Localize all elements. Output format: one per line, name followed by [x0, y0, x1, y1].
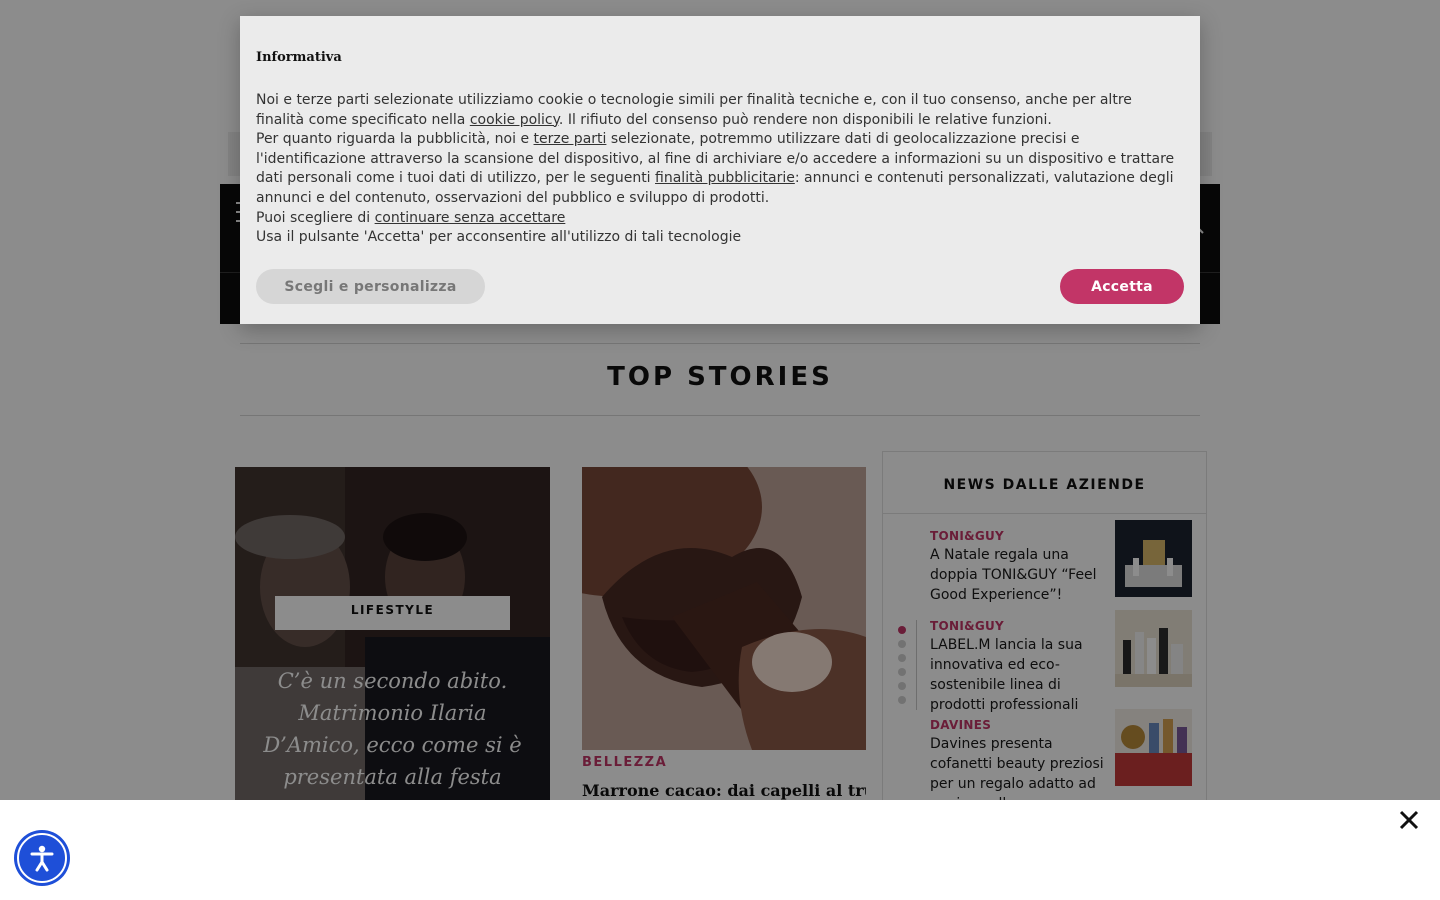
bottom-ad-bar — [0, 800, 1440, 900]
page: TOP STORIES LIFESTYLE C’è un secondo abi… — [0, 0, 1440, 900]
third-parties-link[interactable]: terze parti — [534, 131, 607, 147]
accessibility-icon — [30, 845, 54, 872]
accessibility-button[interactable] — [14, 830, 70, 886]
accept-button[interactable]: Accetta — [1060, 269, 1184, 304]
advertising-purposes-link[interactable]: finalità pubblicitarie — [655, 170, 795, 186]
consent-text: Per quanto riguarda la pubblicità, noi e — [256, 131, 534, 148]
dialog-body: Noi e terze parti selezionate utilizziam… — [256, 91, 1176, 248]
close-icon[interactable] — [1397, 808, 1421, 832]
dialog-title: Informativa — [256, 50, 342, 65]
consent-text: . Il rifiuto del consenso può rendere no… — [558, 111, 1052, 128]
continue-paragraph: Puoi scegliere di continuare senza accet… — [256, 209, 1176, 229]
continue-without-accepting-link[interactable]: continuare senza accettare — [375, 210, 566, 226]
consent-paragraph: Noi e terze parti selezionate utilizziam… — [256, 91, 1176, 130]
cookie-policy-link[interactable]: cookie policy — [470, 112, 559, 128]
accept-hint: Usa il pulsante 'Accetta' per acconsenti… — [256, 229, 742, 246]
consent-text: Puoi scegliere di — [256, 209, 375, 226]
cookie-consent-dialog: Informativa Noi e terze parti selezionat… — [240, 16, 1200, 324]
customize-button[interactable]: Scegli e personalizza — [256, 269, 485, 304]
advertising-paragraph: Per quanto riguarda la pubblicità, noi e… — [256, 130, 1176, 208]
